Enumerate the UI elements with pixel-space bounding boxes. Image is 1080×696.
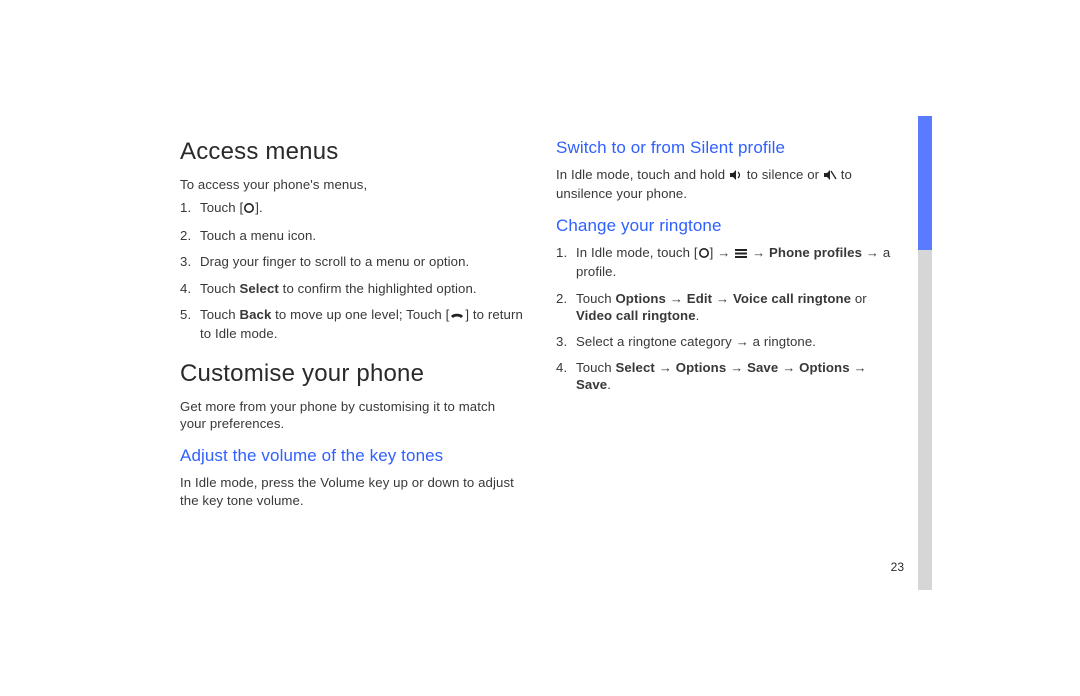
speaker-icon: [729, 168, 743, 185]
customise-text: Get more from your phone by customising …: [180, 398, 524, 432]
menu-icon: [734, 246, 748, 263]
subheading-ringtone: Change your ringtone: [556, 216, 900, 236]
step-1: Touch [].: [180, 199, 524, 218]
step-3: Drag your finger to scroll to a menu or …: [180, 253, 524, 270]
side-tab-active: [918, 116, 932, 250]
heading-customise: Customise your phone: [180, 360, 524, 388]
right-column: Switch to or from Silent profile In Idle…: [556, 138, 900, 515]
side-tab-bar: [918, 116, 932, 590]
circle-icon: [698, 246, 710, 263]
step-5: Touch Back to move up one level; Touch […: [180, 306, 524, 342]
access-steps: Touch []. Touch a menu icon. Drag your f…: [180, 199, 524, 342]
circle-icon: [243, 201, 255, 218]
subheading-silent: Switch to or from Silent profile: [556, 138, 900, 158]
step-4: Touch Select to confirm the highlighted …: [180, 280, 524, 297]
end-call-icon: [449, 308, 465, 325]
ring-step-4: Touch Select → Options → Save → Options …: [556, 359, 900, 393]
speaker-mute-icon: [823, 168, 837, 185]
side-tab-label: using basic functions: [905, 196, 916, 291]
heading-access-menus: Access menus: [180, 138, 524, 166]
page-number: 23: [891, 560, 904, 574]
intro-text: To access your phone's menus,: [180, 176, 524, 193]
subheading-volume: Adjust the volume of the key tones: [180, 446, 524, 466]
volume-text: In Idle mode, press the Volume key up or…: [180, 474, 524, 508]
ring-step-3: Select a ringtone category → a ringtone.: [556, 333, 900, 350]
step-2: Touch a menu icon.: [180, 227, 524, 244]
left-column: Access menus To access your phone's menu…: [180, 138, 524, 515]
ring-step-1: In Idle mode, touch [] → → Phone profile…: [556, 244, 900, 280]
silent-text: In Idle mode, touch and hold to silence …: [556, 166, 900, 202]
ring-step-2: Touch Options → Edit → Voice call ringto…: [556, 290, 900, 324]
ringtone-steps: In Idle mode, touch [] → → Phone profile…: [556, 244, 900, 393]
